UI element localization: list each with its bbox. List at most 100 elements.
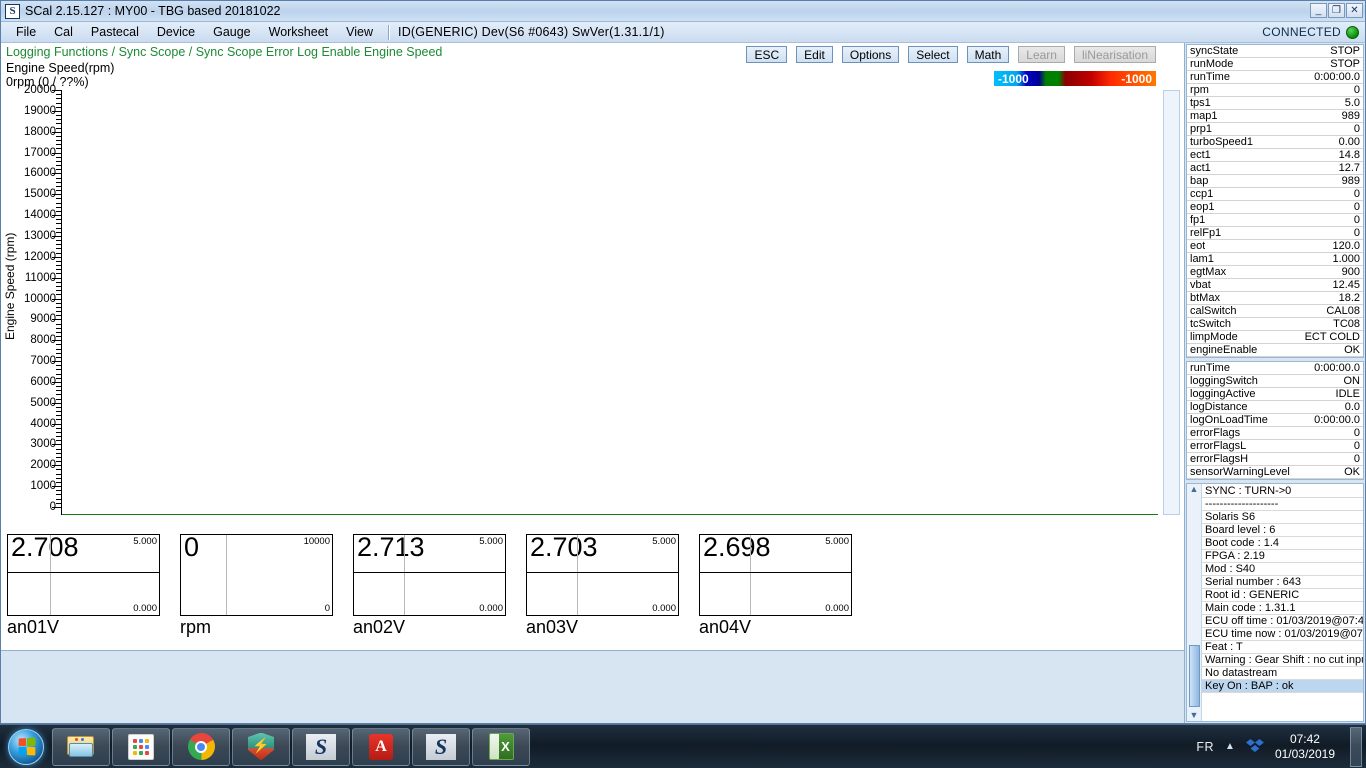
- window-titlebar[interactable]: S SCal 2.15.127 : MY00 - TBG based 20181…: [1, 1, 1365, 22]
- live-data-row[interactable]: vbat12.45: [1187, 279, 1363, 292]
- taskbar-item-security-shield[interactable]: ⚡: [232, 728, 290, 766]
- live-data-row[interactable]: lam11.000: [1187, 253, 1363, 266]
- gauge-rpm[interactable]: 0100000rpm: [180, 534, 333, 650]
- gauge-an03v[interactable]: 2.7035.0000.000an03V: [526, 534, 679, 650]
- log-scrollbar[interactable]: ▲ ▼: [1187, 484, 1202, 721]
- taskbar-item-microsoft-excel[interactable]: X: [472, 728, 530, 766]
- ecu-message-log-panel[interactable]: ▲ ▼ SYNC : TURN->0--------------------So…: [1186, 483, 1364, 722]
- gauge-an01v[interactable]: 2.7085.0000.000an01V: [7, 534, 160, 650]
- log-list-item[interactable]: Main code : 1.31.1: [1202, 602, 1363, 615]
- chart-plot-area[interactable]: [62, 90, 1158, 515]
- gauge-face[interactable]: 2.7085.0000.000: [7, 534, 160, 616]
- live-data-row[interactable]: turboSpeed10.00: [1187, 136, 1363, 149]
- log-list-item[interactable]: SYNC : TURN->0: [1202, 485, 1363, 498]
- logging-data-row[interactable]: loggingActiveIDLE: [1187, 388, 1363, 401]
- log-list-item[interactable]: Key On : BAP : ok: [1202, 680, 1363, 693]
- log-list-item[interactable]: Solaris S6: [1202, 511, 1363, 524]
- show-hidden-icons-icon[interactable]: ▲: [1225, 741, 1235, 752]
- logging-data-row[interactable]: loggingSwitchON: [1187, 375, 1363, 388]
- breadcrumb[interactable]: Logging Functions / Sync Scope / Sync Sc…: [6, 45, 442, 59]
- clock[interactable]: 07:42 01/03/2019: [1275, 732, 1335, 762]
- live-data-row[interactable]: engineEnableOK: [1187, 344, 1363, 357]
- gauge-an02v[interactable]: 2.7135.0000.000an02V: [353, 534, 506, 650]
- live-data-row[interactable]: egtMax900: [1187, 266, 1363, 279]
- live-data-panel: syncStateSTOPrunModeSTOPrunTime0:00:00.0…: [1186, 44, 1364, 358]
- menu-item-cal[interactable]: Cal: [45, 23, 82, 41]
- live-data-row[interactable]: ect114.8: [1187, 149, 1363, 162]
- esc-button[interactable]: ESC: [746, 46, 787, 63]
- gauge-face[interactable]: 2.6985.0000.000: [699, 534, 852, 616]
- start-orb[interactable]: [2, 727, 50, 767]
- logging-data-row[interactable]: errorFlags0: [1187, 427, 1363, 440]
- log-list-item[interactable]: Warning : Gear Shift : no cut input fo: [1202, 654, 1363, 667]
- live-data-row[interactable]: syncStateSTOP: [1187, 45, 1363, 58]
- gauge-face[interactable]: 0100000: [180, 534, 333, 616]
- engine-speed-chart[interactable]: Engine Speed (rpm) 200001900018000170001…: [1, 90, 1184, 530]
- select-button[interactable]: Select: [908, 46, 957, 63]
- minimize-button[interactable]: _: [1310, 3, 1327, 18]
- live-data-row[interactable]: relFp10: [1187, 227, 1363, 240]
- live-data-row[interactable]: tps15.0: [1187, 97, 1363, 110]
- live-data-row[interactable]: act112.7: [1187, 162, 1363, 175]
- log-list-item[interactable]: Mod : S40: [1202, 563, 1363, 576]
- chart-vertical-scrollbar[interactable]: [1163, 90, 1180, 515]
- live-data-row[interactable]: rpm0: [1187, 84, 1363, 97]
- taskbar-item-app-grid[interactable]: [112, 728, 170, 766]
- log-list-item[interactable]: No datastream: [1202, 667, 1363, 680]
- log-scroll-down-icon[interactable]: ▼: [1190, 711, 1199, 720]
- live-data-row[interactable]: runTime0:00:00.0: [1187, 71, 1363, 84]
- menu-item-device[interactable]: Device: [148, 23, 204, 41]
- logging-data-row[interactable]: sensorWarningLevelOK: [1187, 466, 1363, 479]
- live-data-row[interactable]: limpModeECT COLD: [1187, 331, 1363, 344]
- edit-button[interactable]: Edit: [796, 46, 833, 63]
- close-button[interactable]: ✕: [1346, 3, 1363, 18]
- log-list-item[interactable]: --------------------: [1202, 498, 1363, 511]
- gauge-face[interactable]: 2.7135.0000.000: [353, 534, 506, 616]
- taskbar-item-google-chrome[interactable]: [172, 728, 230, 766]
- log-scroll-thumb[interactable]: [1189, 645, 1200, 707]
- language-indicator[interactable]: FR: [1196, 740, 1214, 754]
- menu-item-view[interactable]: View: [337, 23, 382, 41]
- live-data-row[interactable]: tcSwitchTC08: [1187, 318, 1363, 331]
- log-list-item[interactable]: Board level : 6: [1202, 524, 1363, 537]
- maximize-button[interactable]: ❐: [1328, 3, 1345, 18]
- taskbar-item-windows-explorer[interactable]: [52, 728, 110, 766]
- log-list-item[interactable]: Root id : GENERIC: [1202, 589, 1363, 602]
- logging-data-row[interactable]: errorFlagsH0: [1187, 453, 1363, 466]
- log-message-list[interactable]: SYNC : TURN->0--------------------Solari…: [1202, 484, 1363, 721]
- log-list-item[interactable]: Feat : T: [1202, 641, 1363, 654]
- taskbar-item-adobe-reader[interactable]: A: [352, 728, 410, 766]
- logging-data-row[interactable]: runTime0:00:00.0: [1187, 362, 1363, 375]
- dropbox-icon[interactable]: [1246, 739, 1264, 754]
- taskbar-item-scal-2[interactable]: S: [412, 728, 470, 766]
- log-list-item[interactable]: ECU time now : 01/03/2019@07:41:5: [1202, 628, 1363, 641]
- gauge-face[interactable]: 2.7035.0000.000: [526, 534, 679, 616]
- live-data-row[interactable]: ccp10: [1187, 188, 1363, 201]
- live-data-row[interactable]: prp10: [1187, 123, 1363, 136]
- live-data-row[interactable]: eop10: [1187, 201, 1363, 214]
- show-desktop-button[interactable]: [1350, 727, 1362, 767]
- logging-data-row[interactable]: logOnLoadTime0:00:00.0: [1187, 414, 1363, 427]
- live-data-row[interactable]: bap989: [1187, 175, 1363, 188]
- log-list-item[interactable]: Serial number : 643: [1202, 576, 1363, 589]
- live-data-row[interactable]: btMax18.2: [1187, 292, 1363, 305]
- live-data-row[interactable]: fp10: [1187, 214, 1363, 227]
- live-data-row[interactable]: calSwitchCAL08: [1187, 305, 1363, 318]
- live-data-row[interactable]: map1989: [1187, 110, 1363, 123]
- log-list-item[interactable]: FPGA : 2.19: [1202, 550, 1363, 563]
- menu-item-file[interactable]: File: [7, 23, 45, 41]
- logging-data-row[interactable]: logDistance0.0: [1187, 401, 1363, 414]
- math-button[interactable]: Math: [967, 46, 1010, 63]
- live-data-row[interactable]: eot120.0: [1187, 240, 1363, 253]
- menu-item-gauge[interactable]: Gauge: [204, 23, 260, 41]
- logging-data-row[interactable]: errorFlagsL0: [1187, 440, 1363, 453]
- log-list-item[interactable]: Boot code : 1.4: [1202, 537, 1363, 550]
- log-list-item[interactable]: ECU off time : 01/03/2019@07:40:14: [1202, 615, 1363, 628]
- options-button[interactable]: Options: [842, 46, 899, 63]
- menu-item-pastecal[interactable]: Pastecal: [82, 23, 148, 41]
- live-data-row[interactable]: runModeSTOP: [1187, 58, 1363, 71]
- menu-item-worksheet[interactable]: Worksheet: [260, 23, 338, 41]
- log-scroll-up-icon[interactable]: ▲: [1190, 485, 1199, 494]
- taskbar-item-scal-1[interactable]: S: [292, 728, 350, 766]
- gauge-an04v[interactable]: 2.6985.0000.000an04V: [699, 534, 852, 650]
